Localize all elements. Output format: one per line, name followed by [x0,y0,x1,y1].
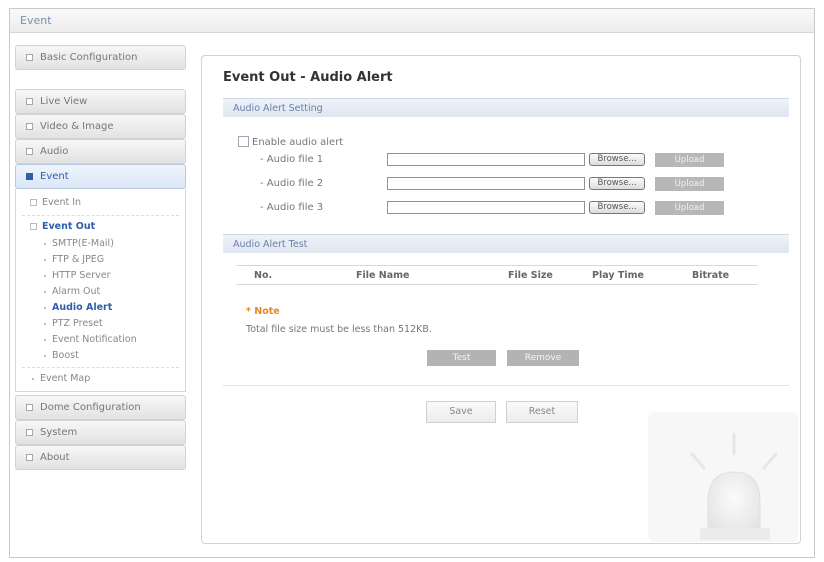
square-icon [26,54,33,61]
audio-file-3-upload-button[interactable]: Upload [655,201,724,215]
page-title: Event Out - Audio Alert [223,70,393,85]
bullet-icon [44,243,46,245]
menu-label: Event [40,171,69,182]
menu-basic-configuration[interactable]: Basic Configuration [15,45,186,70]
audio-file-2-upload-button[interactable]: Upload [655,177,724,191]
submenu-item-label: SMTP(E-Mail) [52,238,114,249]
section-audio-alert-setting: Audio Alert Setting [223,98,789,117]
section-audio-alert-test: Audio Alert Test [223,234,789,253]
column-header-bitrate: Bitrate [692,270,730,281]
submenu-item-ptz-preset[interactable]: PTZ Preset [16,316,185,332]
event-submenu: Event In Event Out SMTP(E-Mail) FTP & JP… [15,189,186,392]
square-icon [26,404,33,411]
submenu-item-audio-alert[interactable]: Audio Alert [16,300,185,316]
bullet-icon [44,355,46,357]
audio-file-table-header: No. File Name File Size Play Time Bitrat… [236,265,758,285]
submenu-item-label: Alarm Out [52,286,101,297]
audio-file-3-label: - Audio file 3 [260,202,324,213]
section-title: Audio Alert Test [233,239,308,250]
submenu-item-boost[interactable]: Boost [16,348,185,364]
menu-dome-configuration[interactable]: Dome Configuration [15,395,186,420]
note-title: * Note [246,306,280,317]
column-header-no: No. [254,270,273,281]
audio-file-1-input[interactable] [387,153,585,166]
audio-file-3-input[interactable] [387,201,585,214]
audio-file-1-upload-button[interactable]: Upload [655,153,724,167]
bullet-icon [32,378,34,380]
square-icon [26,429,33,436]
menu-label: Audio [40,146,69,157]
remove-button[interactable]: Remove [507,350,579,366]
submenu-item-label: PTZ Preset [52,318,103,329]
submenu-label: Event Out [42,221,96,232]
audio-file-2-browse-button[interactable]: Browse... [589,177,645,190]
submenu-event-map[interactable]: Event Map [16,371,185,387]
sidebar-nav: Basic Configuration Live View Video & Im… [15,45,186,470]
submenu-item-label: Audio Alert [52,302,113,313]
menu-label: About [40,452,70,463]
submenu-item-label: Boost [52,350,79,361]
expand-icon [30,199,37,206]
content-panel: Event Out - Audio Alert Audio Alert Sett… [201,55,801,544]
alarm-light-icon [648,412,798,542]
menu-label: Dome Configuration [40,402,141,413]
submenu-label: Event In [42,197,82,208]
divider [223,385,789,386]
submenu-event-out[interactable]: Event Out [16,219,185,236]
submenu-item-label: FTP & JPEG [52,254,105,265]
audio-file-1-label: - Audio file 1 [260,154,324,165]
square-icon [26,98,33,105]
audio-file-2-label: - Audio file 2 [260,178,324,189]
square-icon [26,454,33,461]
square-icon [26,148,33,155]
section-title: Audio Alert Setting [233,103,323,114]
enable-audio-alert-label: Enable audio alert [252,137,344,148]
submenu-item-event-notification[interactable]: Event Notification [16,332,185,348]
submenu-item-alarm-out[interactable]: Alarm Out [16,284,185,300]
enable-audio-alert-checkbox[interactable] [238,136,249,147]
bullet-icon [44,291,46,293]
audio-file-1-browse-button[interactable]: Browse... [589,153,645,166]
square-icon [26,123,33,130]
column-header-play-time: Play Time [592,270,644,281]
column-header-file-size: File Size [508,270,553,281]
column-header-file-name: File Name [356,270,410,281]
bullet-icon [44,307,46,309]
title-bar: Event [10,9,814,33]
save-button[interactable]: Save [426,401,496,423]
menu-about[interactable]: About [15,445,186,470]
bullet-icon [44,323,46,325]
bullet-icon [44,275,46,277]
window-title: Event [20,14,52,27]
menu-label: System [40,427,78,438]
submenu-item-ftp-jpeg[interactable]: FTP & JPEG [16,252,185,268]
audio-file-3-browse-button[interactable]: Browse... [589,201,645,214]
submenu-label: Event Map [40,373,91,384]
submenu-item-label: Event Notification [52,334,137,345]
divider [22,215,179,216]
submenu-item-smtp[interactable]: SMTP(E-Mail) [16,236,185,252]
menu-label: Video & Image [40,121,114,132]
menu-video-image[interactable]: Video & Image [15,114,186,139]
reset-button[interactable]: Reset [506,401,578,423]
submenu-event-in[interactable]: Event In [16,195,185,212]
submenu-item-http-server[interactable]: HTTP Server [16,268,185,284]
divider [22,367,179,368]
audio-file-2-input[interactable] [387,177,585,190]
test-button[interactable]: Test [427,350,496,366]
square-icon [26,173,33,180]
bullet-icon [44,339,46,341]
menu-event[interactable]: Event [15,164,186,189]
menu-audio[interactable]: Audio [15,139,186,164]
menu-label: Live View [40,96,88,107]
menu-live-view[interactable]: Live View [15,89,186,114]
menu-label: Basic Configuration [40,52,138,63]
collapse-icon [30,223,37,230]
bullet-icon [44,259,46,261]
menu-system[interactable]: System [15,420,186,445]
submenu-item-label: HTTP Server [52,270,111,281]
note-text: Total file size must be less than 512KB. [246,324,432,335]
